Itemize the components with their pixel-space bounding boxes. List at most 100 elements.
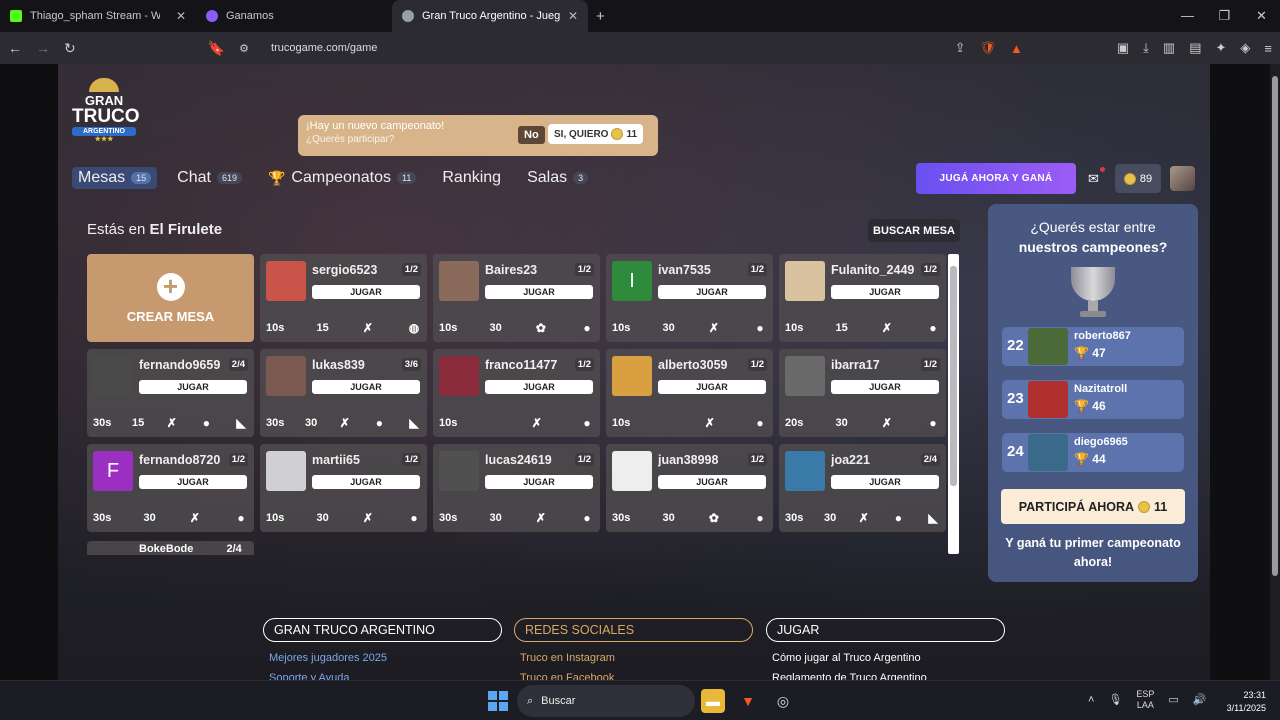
screenshot-icon[interactable]: ▣	[1117, 40, 1129, 56]
nav-mesas[interactable]: Mesas 15	[72, 167, 158, 189]
footer-link[interactable]: Cómo jugar al Truco Argentino	[766, 652, 1005, 664]
table-card[interactable]: joa221 2/4 JUGAR 30s 30 ✗ ● ◣	[779, 444, 946, 532]
join-button[interactable]: JUGAR	[312, 380, 420, 394]
app-icon[interactable]: ◎	[771, 689, 795, 713]
table-card[interactable]: franco11477 1/2 JUGAR 10s ✗ ●	[433, 349, 600, 437]
table-card[interactable]: martii65 1/2 JUGAR 10s 30 ✗ ●	[260, 444, 427, 532]
table-card[interactable]: Baires23 1/2 JUGAR 10s 30 ✿ ●	[433, 254, 600, 342]
table-card[interactable]: lucas24619 1/2 JUGAR 30s 30 ✗ ●	[433, 444, 600, 532]
wallet-icon[interactable]: ▤	[1189, 40, 1201, 56]
taskbar-search[interactable]: ⌕ Buscar	[517, 685, 695, 717]
ranking-row[interactable]: 23 Nazitatroll 🏆 46	[1002, 380, 1184, 419]
windows-start-icon[interactable]	[488, 691, 508, 711]
system-clock[interactable]: 23:31 3/11/2025	[1214, 689, 1266, 714]
join-button[interactable]: JUGAR	[139, 380, 247, 394]
user-avatar[interactable]	[1170, 166, 1195, 191]
footer-link[interactable]: Soporte y Ayuda	[263, 672, 502, 680]
tab-kick[interactable]: Thiago_spham Stream - Watch Li ✕	[0, 0, 196, 32]
footer-link[interactable]: Mejores jugadores 2025	[263, 652, 502, 664]
maximize-button[interactable]: ❐	[1206, 8, 1243, 24]
footer-link[interactable]: Truco en Instagram	[514, 652, 753, 664]
brave-browser-icon[interactable]: ▼	[736, 689, 760, 713]
ranking-row[interactable]: 22 roberto867 🏆 47	[1002, 327, 1184, 366]
mute-icon[interactable]: ✕	[176, 9, 186, 23]
language-indicator[interactable]: ESP LAA	[1136, 689, 1154, 711]
join-button[interactable]: JUGAR	[485, 285, 593, 299]
table-card[interactable]: sergio6523 1/2 JUGAR 10s 15 ✗ ◍	[260, 254, 427, 342]
leo-icon[interactable]: ✦	[1216, 40, 1227, 56]
coin-balance[interactable]: 89	[1115, 164, 1161, 193]
join-button[interactable]: JUGAR	[312, 475, 420, 489]
mail-icon[interactable]: ✉	[1088, 167, 1105, 187]
minimize-button[interactable]: —	[1169, 8, 1206, 24]
join-button[interactable]: JUGAR	[139, 475, 247, 489]
tables-scrollbar[interactable]	[948, 254, 959, 554]
join-button[interactable]: JUGAR	[485, 475, 593, 489]
site-info-icon[interactable]: ⚙	[239, 42, 249, 55]
table-card[interactable]: Ffernando8720 1/2 JUGAR 30s 30 ✗ ●	[87, 444, 254, 532]
table-card[interactable]: Fulanito_2449 1/2 JUGAR 10s 15 ✗ ●	[779, 254, 946, 342]
vpn-icon[interactable]: ◈	[1240, 40, 1250, 56]
table-count: 1/2	[228, 453, 248, 466]
share-icon[interactable]: ⇪	[955, 40, 966, 56]
chevron-up-icon[interactable]: ˄	[1088, 694, 1094, 706]
nav-campeonatos[interactable]: 🏆 Campeonatos 11	[262, 167, 422, 189]
tab-ganamos[interactable]: Ganamos	[196, 0, 392, 32]
table-card[interactable]: juan38998 1/2 JUGAR 30s 30 ✿ ●	[606, 444, 773, 532]
menu-icon[interactable]: ≡	[1264, 41, 1272, 56]
page-scrollbar[interactable]	[1270, 64, 1280, 680]
points-to-win: 15	[835, 322, 848, 334]
yes-button[interactable]: SI, QUIERO 11	[548, 124, 644, 144]
table-card[interactable]: ibarra17 1/2 JUGAR 20s 30 ✗ ●	[779, 349, 946, 437]
microphone-icon[interactable]: 🎙	[1108, 693, 1122, 706]
network-icon[interactable]: ▭	[1168, 693, 1178, 706]
join-button[interactable]: JUGAR	[658, 475, 766, 489]
reload-button[interactable]: ↻	[64, 40, 76, 57]
download-icon[interactable]: ⤓	[1143, 40, 1149, 56]
table-card[interactable]: alberto3059 1/2 JUGAR 10s ✗ ●	[606, 349, 773, 437]
new-tab-button[interactable]: +	[588, 8, 613, 25]
table-card[interactable]: Iivan7535 1/2 JUGAR 10s 30 ✗ ●	[606, 254, 773, 342]
sidebar-icon[interactable]: ▥	[1163, 40, 1175, 56]
rank-score: 🏆 44	[1074, 452, 1106, 466]
file-explorer-icon[interactable]: ▬	[701, 689, 725, 713]
play-now-button[interactable]: JUGÁ AHORA Y GANÁ	[916, 163, 1076, 194]
join-button[interactable]: JUGAR	[485, 380, 593, 394]
table-user: sergio6523	[312, 263, 378, 277]
yes-coins: 11	[626, 128, 638, 140]
nav-chat[interactable]: Chat 619	[171, 167, 248, 189]
footer-link[interactable]: Truco en Facebook	[514, 672, 753, 680]
participate-now-button[interactable]: PARTICIPÁ AHORA 11	[1001, 489, 1185, 524]
table-card[interactable]: fernando9659 2/4 JUGAR 30s 15 ✗ ● ◣	[87, 349, 254, 437]
page-scrollbar-thumb[interactable]	[1272, 76, 1278, 576]
ranking-row[interactable]: 24 diego6965 🏆 44	[1002, 433, 1184, 472]
bookmark-icon[interactable]: 🔖	[208, 40, 225, 57]
gran-truco-logo[interactable]: GRAN TRUCO ARGENTINO ★★★	[72, 78, 140, 148]
nav-ranking[interactable]: Ranking	[436, 167, 507, 189]
join-button[interactable]: JUGAR	[831, 285, 939, 299]
join-button[interactable]: JUGAR	[831, 475, 939, 489]
brave-rewards-icon[interactable]: ▲	[1010, 41, 1023, 56]
join-button[interactable]: JUGAR	[831, 380, 939, 394]
join-button[interactable]: JUGAR	[658, 285, 766, 299]
forward-button[interactable]: →	[36, 40, 50, 56]
search-table-button[interactable]: BUSCAR MESA	[868, 219, 960, 242]
no-button[interactable]: No	[518, 126, 545, 144]
tab-truco[interactable]: Gran Truco Argentino - Juego Or ✕	[392, 0, 588, 32]
table-card[interactable]: lukas839 3/6 JUGAR 30s 30 ✗ ● ◣	[260, 349, 427, 437]
back-button[interactable]: ←	[8, 40, 22, 56]
volume-icon[interactable]: 🔊	[1193, 693, 1207, 706]
close-window-button[interactable]: ✕	[1243, 8, 1280, 24]
url-field[interactable]: trucogame.com/game	[271, 42, 377, 54]
player-avatar	[439, 451, 479, 491]
footer-link[interactable]: Reglamento de Truco Argentino	[766, 672, 1005, 680]
turn-time: 10s	[266, 322, 285, 334]
create-table-button[interactable]: + CREAR MESA	[87, 254, 254, 342]
nav-salas[interactable]: Salas 3	[521, 167, 594, 189]
join-button[interactable]: JUGAR	[658, 380, 766, 394]
tables-scrollbar-thumb[interactable]	[950, 266, 957, 486]
close-icon[interactable]: ✕	[568, 9, 578, 23]
join-button[interactable]: JUGAR	[312, 285, 420, 299]
brave-shield-icon[interactable]: 🛡	[979, 40, 996, 56]
table-card-partial[interactable]: BokeBode 2/4	[87, 541, 254, 555]
